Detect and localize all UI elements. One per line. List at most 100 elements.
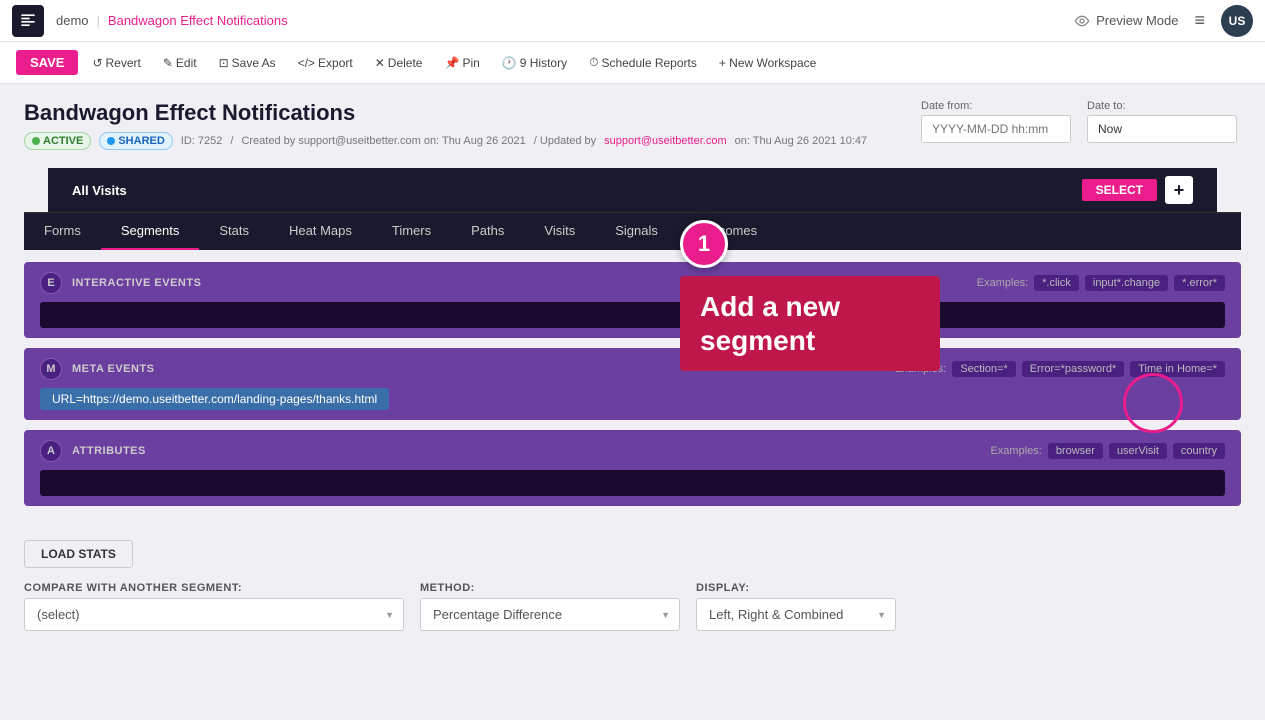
example-tag: Error=*password* — [1022, 361, 1125, 377]
segment-row-a: A ATTRIBUTES Examples: browseruserVisitc… — [24, 430, 1241, 506]
method-select[interactable]: Percentage Difference Absolute Differenc… — [420, 598, 680, 631]
tab-visits[interactable]: Visits — [524, 213, 595, 250]
schedule-reports-button[interactable]: ⏱ Schedule Reports — [581, 51, 705, 74]
bar-right: SELECT + — [1082, 176, 1193, 204]
date-to-input[interactable] — [1087, 115, 1237, 143]
tab-segments[interactable]: Segments — [101, 213, 200, 250]
segment-examples: Examples: browseruserVisitcountry — [990, 443, 1225, 459]
example-tag: *.error* — [1174, 275, 1225, 291]
example-tag: input*.change — [1085, 275, 1168, 291]
segment-row-e: E INTERACTIVE EVENTS Examples: *.clickin… — [24, 262, 1241, 338]
segments-content: E INTERACTIVE EVENTS Examples: *.clickin… — [24, 250, 1241, 528]
method-group: METHOD: Percentage Difference Absolute D… — [420, 582, 680, 631]
tab-heat-maps[interactable]: Heat Maps — [269, 213, 372, 250]
header-section: Bandwagon Effect Notifications ACTIVE SH… — [0, 84, 1265, 168]
tab-stats[interactable]: Stats — [199, 213, 269, 250]
pin-label: Pin — [462, 56, 479, 70]
compare-segment-group: COMPARE WITH ANOTHER SEGMENT: (select) — [24, 582, 404, 631]
delete-icon: ✕ — [375, 56, 385, 70]
tab-paths[interactable]: Paths — [451, 213, 524, 250]
display-group: DISPLAY: Left, Right & Combined Left Onl… — [696, 582, 896, 631]
display-select-wrapper: Left, Right & Combined Left Only Right O… — [696, 598, 896, 631]
history-label: 9 History — [520, 56, 567, 70]
save-button[interactable]: SAVE — [16, 50, 78, 75]
all-visits-title: All Visits — [72, 183, 127, 198]
display-label: DISPLAY: — [696, 582, 896, 594]
delete-label: Delete — [388, 56, 423, 70]
edit-button[interactable]: ✎ Edit — [155, 52, 205, 74]
toolbar: SAVE ↺ Revert ✎ Edit ⊡ Save As </> Expor… — [0, 42, 1265, 84]
meta-separator: / — [230, 135, 233, 147]
segment-examples: Examples: Section=*Error=*password*Time … — [895, 361, 1225, 377]
bottom-section: LOAD STATS COMPARE WITH ANOTHER SEGMENT:… — [24, 528, 1241, 643]
nav-separator: | — [97, 13, 100, 28]
nav-right-section: Preview Mode ≡ US — [1074, 5, 1253, 37]
segment-badge: E — [40, 272, 62, 294]
display-select[interactable]: Left, Right & Combined Left Only Right O… — [696, 598, 896, 631]
revert-button[interactable]: ↺ Revert — [84, 52, 148, 74]
preview-mode-label: Preview Mode — [1096, 13, 1178, 28]
top-navbar: demo | Bandwagon Effect Notifications Pr… — [0, 0, 1265, 42]
tab-timers[interactable]: Timers — [372, 213, 451, 250]
schedule-icon: ⏱ — [589, 55, 598, 70]
compare-segment-select[interactable]: (select) — [24, 598, 404, 631]
save-as-icon: ⊡ — [219, 56, 229, 70]
user-avatar[interactable]: US — [1221, 5, 1253, 37]
preview-mode-toggle[interactable]: Preview Mode — [1074, 13, 1178, 29]
new-workspace-label: + New Workspace — [719, 56, 816, 70]
meta-updated: / Updated by — [534, 135, 596, 147]
segment-value-tag[interactable]: URL=https://demo.useitbetter.com/landing… — [40, 388, 389, 410]
segment-row-m: M META EVENTS Examples: Section=*Error=*… — [24, 348, 1241, 420]
compare-row: COMPARE WITH ANOTHER SEGMENT: (select) M… — [24, 582, 1241, 631]
segment-examples: Examples: *.clickinput*.change*.error* — [977, 275, 1225, 291]
schedule-label: Schedule Reports — [601, 56, 696, 70]
delete-button[interactable]: ✕ Delete — [367, 52, 431, 74]
edit-icon: ✎ — [163, 56, 173, 70]
method-label: METHOD: — [420, 582, 680, 594]
active-badge: ACTIVE — [24, 132, 91, 150]
nav-demo-label[interactable]: demo — [56, 13, 89, 28]
nav-page-title: Bandwagon Effect Notifications — [108, 13, 288, 28]
date-row: Date from: Date to: — [921, 100, 1237, 143]
tutorial-number: 1 — [680, 220, 728, 268]
method-select-wrapper: Percentage Difference Absolute Differenc… — [420, 598, 680, 631]
example-tag: browser — [1048, 443, 1103, 459]
header-right: Date from: Date to: — [921, 100, 1241, 143]
load-stats-button[interactable]: LOAD STATS — [24, 540, 133, 568]
example-tag: Time in Home=* — [1130, 361, 1225, 377]
new-workspace-button[interactable]: + New Workspace — [711, 52, 824, 74]
revert-label: Revert — [106, 56, 141, 70]
compare-select-wrapper: (select) — [24, 598, 404, 631]
select-button[interactable]: SELECT — [1082, 179, 1157, 201]
export-label: Export — [318, 56, 353, 70]
segment-badge: M — [40, 358, 62, 380]
example-tag: userVisit — [1109, 443, 1167, 459]
date-to-label: Date to: — [1087, 100, 1237, 112]
export-button[interactable]: </> Export — [290, 52, 361, 74]
save-as-button[interactable]: ⊡ Save As — [211, 52, 284, 74]
segment-input[interactable] — [40, 470, 1225, 496]
segment-input-row — [40, 302, 1225, 328]
edit-label: Edit — [176, 56, 197, 70]
segment-input[interactable] — [40, 302, 1225, 328]
pin-icon: 📌 — [444, 56, 459, 70]
segment-input-row: URL=https://demo.useitbetter.com/landing… — [40, 388, 1225, 410]
tab-forms[interactable]: Forms — [24, 213, 101, 250]
hamburger-menu[interactable]: ≡ — [1194, 10, 1205, 31]
add-segment-button[interactable]: + — [1165, 176, 1193, 204]
tab-signals[interactable]: Signals — [595, 213, 678, 250]
date-from-input[interactable] — [921, 115, 1071, 143]
example-tag: *.click — [1034, 275, 1079, 291]
logo[interactable] — [12, 5, 44, 37]
header-left: Bandwagon Effect Notifications ACTIVE SH… — [24, 100, 921, 156]
tutorial-overlay: 1 Add a new segment — [680, 220, 940, 371]
tutorial-box: Add a new segment — [680, 276, 940, 371]
compare-label: COMPARE WITH ANOTHER SEGMENT: — [24, 582, 404, 594]
save-as-label: Save As — [232, 56, 276, 70]
export-icon: </> — [298, 56, 315, 70]
date-to-group: Date to: — [1087, 100, 1237, 143]
pin-button[interactable]: 📌 Pin — [436, 52, 487, 74]
examples-label: Examples: — [990, 445, 1041, 457]
history-button[interactable]: 🕐 9 History — [494, 52, 575, 74]
segment-label: ATTRIBUTES — [72, 445, 990, 457]
